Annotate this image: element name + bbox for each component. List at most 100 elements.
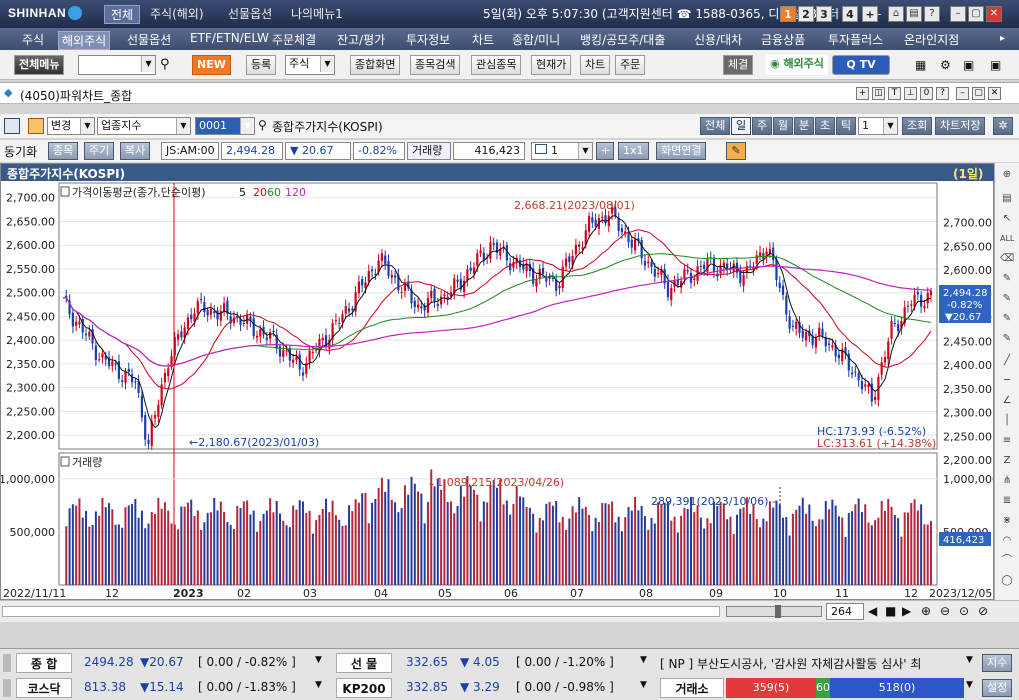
screen-4-button[interactable]: 4 xyxy=(842,6,858,22)
fill-button[interactable]: 체결 xyxy=(723,55,754,75)
print-icon[interactable]: ▤ xyxy=(906,6,922,22)
sync-copy-button[interactable]: 복사 xyxy=(120,142,151,160)
eraser-icon[interactable]: ⌫ xyxy=(1000,253,1014,265)
play-icon[interactable]: ▶ xyxy=(902,604,911,618)
pin-icon[interactable]: ⊥ xyxy=(904,87,917,100)
search-icon[interactable]: ⚲ xyxy=(258,118,267,132)
minimize-icon[interactable]: – xyxy=(950,6,966,22)
vline-icon[interactable]: │ xyxy=(1000,415,1014,427)
period-all[interactable]: 전체 xyxy=(700,117,731,135)
menu-overseas-stock[interactable]: 해외주식 xyxy=(58,31,111,50)
calculator-icon[interactable]: ▦ xyxy=(915,58,926,72)
cycle-icon[interactable]: ◠ xyxy=(1000,535,1014,547)
close-icon[interactable]: ✕ xyxy=(986,6,1002,22)
screen-1-button[interactable]: 1 xyxy=(780,6,796,22)
chart-area[interactable]: 종합주가지수(KOSPI) (1일) 2,700.00 2,700.00 2,650… xyxy=(0,163,995,600)
angle-icon[interactable]: ∠ xyxy=(1000,395,1014,407)
period-day[interactable]: 일 xyxy=(731,117,752,135)
category-select[interactable]: 업종지수 ▼ xyxy=(97,117,191,135)
chart-button[interactable]: 차트 xyxy=(580,55,611,75)
period-tick[interactable]: 틱 xyxy=(836,117,857,135)
layout-icon[interactable]: ▣ xyxy=(963,58,974,72)
menu-chart[interactable]: 차트 xyxy=(472,31,494,48)
trendline-icon[interactable]: ╱ xyxy=(1000,355,1014,367)
menu-futures-options[interactable]: 선물옵션 xyxy=(127,31,171,48)
overseas-stock-link[interactable]: ◉ 해외주식 xyxy=(766,55,828,75)
all-menu-button[interactable]: 전체메뉴 xyxy=(14,55,65,75)
text-icon[interactable]: T xyxy=(888,87,901,100)
index-button[interactable]: 지수 xyxy=(982,654,1013,672)
menu-scroll-icon[interactable]: ▸ xyxy=(1000,33,1005,44)
ellipse-icon[interactable]: ◯ xyxy=(1000,575,1014,587)
tab-stock-overseas[interactable]: 주식(해외) xyxy=(144,5,210,24)
stock-search-button[interactable]: 종목검색 xyxy=(410,55,461,75)
table-icon[interactable]: ▤ xyxy=(1000,193,1014,205)
news-ticker[interactable]: [ NP ] 부산도시공사, '감사원 자체감사활동 심사' 최 xyxy=(660,655,965,672)
screen-link-button[interactable]: 화면연결 xyxy=(656,142,707,160)
zoom-reset-icon[interactable]: ⊘ xyxy=(978,604,988,618)
play-back-icon[interactable]: ◀ xyxy=(868,604,877,618)
menu-order[interactable]: 주문체결 xyxy=(272,31,316,48)
count-select[interactable]: 1 ▼ xyxy=(858,117,898,135)
order-button[interactable]: 주문 xyxy=(615,55,646,75)
restore-icon[interactable]: ▢ xyxy=(968,6,984,22)
marker-icon[interactable]: ✎ xyxy=(1000,313,1014,325)
current-price-button[interactable]: 현재가 xyxy=(531,55,572,75)
fibo-icon[interactable]: ≣ xyxy=(1000,495,1014,507)
menu-etf[interactable]: ETF/ETN/ELW xyxy=(190,31,269,45)
zoom-slider[interactable] xyxy=(726,605,822,618)
overview-button[interactable]: 종합화면 xyxy=(350,55,401,75)
menu-mini[interactable]: 종합/미니 xyxy=(512,31,560,48)
close-icon[interactable]: ✕ xyxy=(988,87,1001,100)
settings-button[interactable]: 설정 xyxy=(982,679,1013,697)
highlighter-icon[interactable]: ✎ xyxy=(1000,333,1014,345)
menu-stock[interactable]: 주식 xyxy=(22,31,44,48)
period-second[interactable]: 초 xyxy=(815,117,836,135)
chevron-down-icon[interactable]: ▼ xyxy=(966,655,973,665)
zoom-in-icon[interactable]: ⊕ xyxy=(921,604,931,618)
tab-futures-options[interactable]: 선물옵션 xyxy=(222,5,278,24)
menu-credit[interactable]: 신용/대차 xyxy=(694,31,742,48)
scale-icon[interactable]: 0 xyxy=(920,87,933,100)
screen-search-input[interactable]: ▼ xyxy=(78,55,156,75)
chevron-down-icon[interactable]: ▼ xyxy=(315,655,322,665)
panel-toggle-icon[interactable] xyxy=(4,118,20,134)
home-icon[interactable]: ⌂ xyxy=(888,6,904,22)
chevron-down-icon[interactable]: ▼ xyxy=(966,680,973,690)
period-month[interactable]: 월 xyxy=(773,117,794,135)
horizontal-scrollbar[interactable] xyxy=(2,606,720,617)
screen-2-button[interactable]: 2 xyxy=(798,6,814,22)
screen-3-button[interactable]: 3 xyxy=(816,6,832,22)
hline-icon[interactable]: ─ xyxy=(1000,375,1014,387)
period-week[interactable]: 주 xyxy=(752,117,773,135)
stock-select[interactable]: 주식 ▼ xyxy=(285,55,335,75)
tab-my-menu[interactable]: 나의메뉴1 xyxy=(285,5,349,24)
window-icon[interactable]: ▣ xyxy=(990,58,1001,72)
zigzag-icon[interactable]: Z xyxy=(1000,455,1014,467)
price-chart-svg[interactable]: 2,700.00 2,700.00 2,650.00 2,650.00 2,600.00… xyxy=(1,181,993,599)
arc-icon[interactable]: ⌒ xyxy=(1000,555,1014,567)
pitchfork-icon[interactable]: ⋔ xyxy=(1000,475,1014,487)
gann-icon[interactable]: ⋇ xyxy=(1000,515,1014,527)
restore-icon[interactable]: ▢ xyxy=(972,87,985,100)
sync-period-button[interactable]: 주기 xyxy=(84,142,115,160)
register-button[interactable]: 등록 xyxy=(246,55,277,75)
settings-icon[interactable]: ✲ xyxy=(993,117,1013,135)
watchlist-button[interactable]: 관심종목 xyxy=(471,55,522,75)
display-count-input[interactable]: 264 xyxy=(826,603,864,620)
plus-button[interactable]: + xyxy=(596,142,614,160)
minimize-icon[interactable]: – xyxy=(956,87,969,100)
lookup-button[interactable]: 조회 xyxy=(902,117,933,135)
menu-banking[interactable]: 뱅킹/공모주/대출 xyxy=(580,31,665,48)
link-icon[interactable]: ◫ xyxy=(872,87,885,100)
zoom-out-icon[interactable]: ⊖ xyxy=(940,604,950,618)
change-select[interactable]: 변경 ▼ xyxy=(47,117,95,135)
stop-icon[interactable]: ■ xyxy=(885,604,896,618)
sync-item-button[interactable]: 종목 xyxy=(48,142,79,160)
save-chart-button[interactable]: 차트저장 xyxy=(935,117,986,135)
search-icon[interactable]: ⚲ xyxy=(160,57,170,72)
brush-icon[interactable]: ✎ xyxy=(1000,293,1014,305)
code-input[interactable]: 0001 ▼ xyxy=(195,117,255,135)
crosshair-icon[interactable]: ⊕ xyxy=(1000,169,1014,181)
pen-icon[interactable]: ✎ xyxy=(726,142,746,160)
